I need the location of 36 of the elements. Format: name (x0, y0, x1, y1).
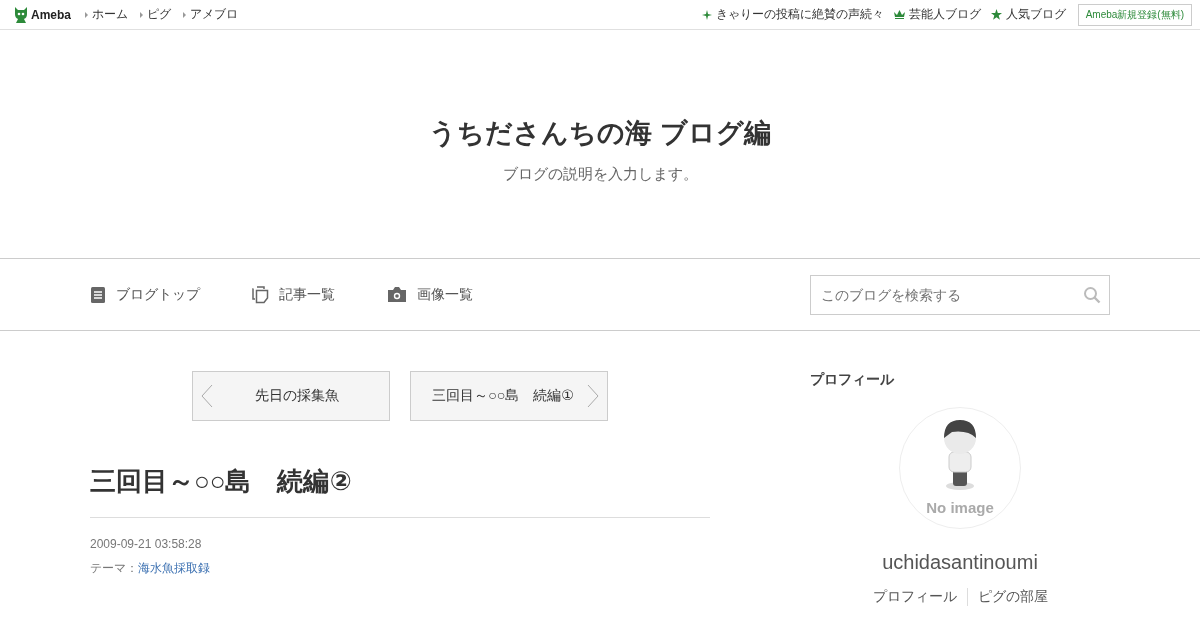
triangle-icon (140, 11, 143, 18)
nav-link[interactable]: ピグ (140, 6, 171, 23)
star-icon (990, 9, 1002, 20)
previous-post-link[interactable]: 先日の採集魚 (192, 371, 390, 421)
profile-link[interactable]: プロフィール (862, 588, 967, 606)
camera-icon (387, 286, 407, 303)
menu-link[interactable]: 記事一覧 (279, 285, 335, 304)
menu-link[interactable]: 画像一覧 (417, 285, 473, 304)
search-field[interactable]: このブログを検索する (810, 274, 1110, 315)
triangle-icon (85, 11, 88, 18)
sidebar-heading: プロフィール (810, 371, 895, 389)
ameba-logo[interactable]: Ameba (14, 6, 71, 23)
chevron-left-icon (201, 384, 213, 408)
search-icon[interactable] (1083, 285, 1101, 304)
article-title: 三回目～○○島 続編② (90, 464, 710, 518)
triangle-icon (183, 11, 186, 18)
crown-icon (893, 10, 905, 19)
nav-link[interactable]: アメブロ (183, 6, 238, 23)
document-icon (90, 285, 106, 304)
profile-name: uchidasantinoumi (881, 551, 1039, 574)
theme-link[interactable]: 海水魚採取録 (138, 561, 210, 575)
register-button[interactable]: Ameba新規登録(無料) (1077, 3, 1192, 26)
chevron-right-icon (587, 384, 599, 408)
theme-label: テーマ： (90, 561, 138, 575)
header-link[interactable]: 人気ブログ (1005, 6, 1066, 23)
post-date: 2009-09-21 03:58:28 (90, 537, 203, 551)
header-link[interactable]: 芸能人ブログ (908, 6, 981, 23)
copy-icon (252, 285, 269, 304)
header-link[interactable]: きゃりーの投稿に絶賛の声続々 (715, 6, 884, 23)
menu-link[interactable]: ブログトップ (116, 285, 200, 304)
sparkle-icon (701, 9, 712, 20)
profile-link[interactable]: ピグの部屋 (966, 588, 1058, 606)
next-post-link[interactable]: 三回目～○○島 続編① (410, 371, 608, 421)
blog-description: ブログの説明を入力します。 (502, 164, 698, 184)
nav-link[interactable]: ホーム (85, 6, 128, 23)
blog-title[interactable]: うちださんちの海 ブログ編 (429, 114, 771, 151)
